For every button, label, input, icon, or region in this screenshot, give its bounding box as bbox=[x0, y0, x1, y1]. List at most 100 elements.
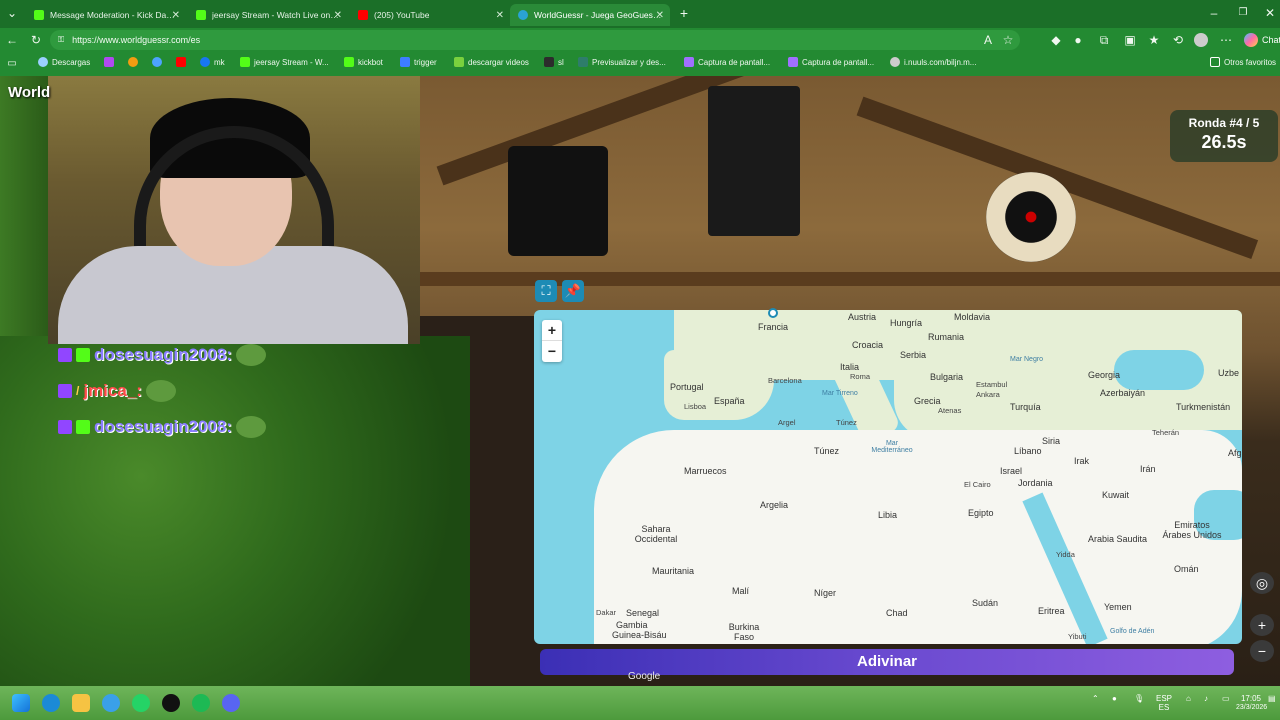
pin-map-icon[interactable]: 📌 bbox=[562, 280, 584, 302]
guess-map[interactable]: Francia Austria Hungría Moldavia Croacia… bbox=[534, 310, 1242, 644]
file-explorer-icon[interactable] bbox=[72, 694, 90, 712]
close-icon[interactable]: ✕ bbox=[172, 10, 180, 21]
zoom-out-button[interactable]: − bbox=[542, 341, 562, 362]
obs-icon[interactable] bbox=[162, 694, 180, 712]
chat-message: dosesuagin2008: bbox=[58, 416, 266, 438]
tab-1[interactable]: jeersay Stream - Watch Live on Ki ✕ bbox=[188, 4, 348, 26]
bookmark-10[interactable]: sl bbox=[544, 57, 564, 67]
bookmark-label: Previsualizar y des... bbox=[592, 57, 666, 67]
new-tab-button[interactable]: + bbox=[676, 5, 692, 21]
sword-badge-icon: / bbox=[76, 384, 80, 398]
bookmark-7[interactable]: kickbot bbox=[344, 57, 383, 67]
bookmark-6[interactable]: jeersay Stream - W... bbox=[240, 57, 329, 67]
tab-0[interactable]: Message Moderation - Kick Dashb ✕ bbox=[26, 4, 186, 26]
copilot-label: Chat bbox=[1262, 35, 1280, 45]
bookmark-2[interactable] bbox=[128, 57, 138, 67]
map-label-georgia: Georgia bbox=[1088, 370, 1121, 380]
copilot-button[interactable]: Chat bbox=[1244, 33, 1280, 47]
bookmark-5[interactable]: mk bbox=[200, 57, 225, 67]
close-window-icon[interactable]: ✕ bbox=[1262, 5, 1278, 21]
network-icon[interactable]: ⌂ bbox=[1186, 694, 1191, 703]
map-label-marruecos: Marruecos bbox=[684, 466, 727, 476]
map-label-turkmenistan: Turkmenistán bbox=[1176, 402, 1231, 412]
bookmark-0[interactable]: Descargas bbox=[38, 57, 90, 67]
twitch-badge-icon bbox=[58, 384, 72, 398]
close-icon[interactable]: ✕ bbox=[496, 10, 504, 21]
globe-icon bbox=[38, 57, 48, 67]
history-icon[interactable]: ⟲ bbox=[1170, 32, 1186, 48]
close-icon[interactable]: ✕ bbox=[334, 10, 342, 21]
zoom-in-button[interactable]: + bbox=[542, 320, 562, 341]
bookmark-3[interactable] bbox=[152, 57, 162, 67]
tab-2[interactable]: (205) YouTube ✕ bbox=[350, 4, 510, 26]
bookmarks-bar: ▭ Descargas mk jeersay Stream - W... kic… bbox=[0, 52, 1280, 76]
bookmark-9[interactable]: descargar videos bbox=[454, 57, 529, 67]
split-screen-icon[interactable]: ▣ bbox=[1122, 32, 1138, 48]
map-label-croacia: Croacia bbox=[852, 340, 884, 350]
bookmark-label: i.nuuls.com/biljn.m... bbox=[904, 57, 977, 67]
tray-app-icon[interactable]: ● bbox=[1112, 694, 1117, 703]
bookmark-12[interactable]: Captura de pantall... bbox=[684, 57, 770, 67]
map-label-mali: Malí bbox=[732, 586, 750, 596]
tab-list-icon[interactable]: ⌄ bbox=[4, 5, 20, 21]
bookmark-13[interactable]: Captura de pantall... bbox=[788, 57, 874, 67]
map-label-austria: Austria bbox=[848, 312, 877, 322]
close-icon[interactable]: ✕ bbox=[656, 10, 664, 21]
other-bookmarks[interactable]: Otros favoritos bbox=[1210, 57, 1276, 67]
app-icon[interactable] bbox=[102, 694, 120, 712]
back-icon[interactable]: ← bbox=[4, 32, 20, 48]
round-info: Ronda #4 / 5 26.5s bbox=[1170, 110, 1278, 162]
discord-icon[interactable] bbox=[222, 694, 240, 712]
tray-mic-icon[interactable]: 🎙 bbox=[1134, 694, 1144, 703]
notification-icon[interactable]: ▤ bbox=[1268, 694, 1276, 703]
extension-icon[interactable]: ● bbox=[1070, 32, 1086, 48]
sv-zoom-out-button[interactable]: − bbox=[1250, 640, 1274, 662]
sidebar-toggle-icon[interactable]: ▭ bbox=[4, 56, 20, 72]
game-viewport[interactable]: World dosesuagin2008: / jmica_: dosesuag… bbox=[0, 76, 1280, 686]
bookmark-1[interactable] bbox=[104, 57, 114, 67]
minimize-icon[interactable]: – bbox=[1206, 5, 1222, 21]
twitch-badge-icon bbox=[58, 420, 72, 434]
map-city-ankara: Ankara bbox=[976, 390, 1000, 399]
volume-icon[interactable]: ♪ bbox=[1204, 694, 1208, 703]
compass-icon[interactable]: ◎ bbox=[1250, 572, 1274, 594]
favorites-icon[interactable]: ★ bbox=[1146, 32, 1162, 48]
twitch-icon bbox=[104, 57, 114, 67]
bookmark-label: trigger bbox=[414, 57, 437, 67]
battery-icon[interactable]: ▭ bbox=[1222, 694, 1230, 703]
map-zoom-controls: + − bbox=[542, 320, 562, 362]
tray-chevron-icon[interactable]: ⌃ bbox=[1092, 694, 1099, 703]
edge-icon[interactable] bbox=[42, 694, 60, 712]
map-city-roma: Roma bbox=[850, 372, 871, 381]
read-aloud-icon[interactable]: A bbox=[980, 32, 996, 48]
bookmark-4[interactable] bbox=[176, 57, 186, 67]
maximize-icon[interactable]: ❐ bbox=[1235, 5, 1251, 21]
map-label-uzbekistan: Uzbe bbox=[1218, 368, 1240, 378]
kick-icon bbox=[240, 57, 250, 67]
bookmark-14[interactable]: i.nuuls.com/biljn.m... bbox=[890, 57, 976, 67]
language-indicator[interactable]: ESP ES bbox=[1156, 694, 1172, 712]
extensions-icon[interactable]: ⧉ bbox=[1096, 32, 1112, 48]
windows-start-icon[interactable] bbox=[12, 694, 30, 712]
favorite-star-icon[interactable]: ☆ bbox=[1000, 32, 1016, 48]
chat-username: dosesuagin2008: bbox=[94, 345, 232, 364]
map-city-estambul: Estambul bbox=[976, 380, 1008, 389]
map-city-el-cairo: El Cairo bbox=[964, 480, 991, 489]
clock[interactable]: 17:05 23/3/2026 bbox=[1236, 694, 1267, 712]
tab-3[interactable]: WorldGuessr - Juega GeoGuessr g ✕ bbox=[510, 4, 670, 26]
whatsapp-icon[interactable] bbox=[132, 694, 150, 712]
spotify-icon[interactable] bbox=[192, 694, 210, 712]
black-sea-gap bbox=[1114, 350, 1204, 390]
reload-icon[interactable]: ↻ bbox=[28, 32, 44, 48]
tab-bar: ⌄ Message Moderation - Kick Dashb ✕ jeer… bbox=[0, 0, 1280, 28]
more-menu-icon[interactable]: ⋯ bbox=[1218, 32, 1234, 48]
profile-avatar[interactable] bbox=[1194, 33, 1208, 47]
globe-icon bbox=[890, 57, 900, 67]
sv-zoom-in-button[interactable]: + bbox=[1250, 614, 1274, 636]
expand-map-icon[interactable]: ⛶ bbox=[535, 280, 557, 302]
bookmark-11[interactable]: Previsualizar y des... bbox=[578, 57, 666, 67]
extension-icon[interactable]: ◆ bbox=[1048, 32, 1064, 48]
map-label-senegal: Senegal bbox=[626, 608, 660, 618]
bookmark-8[interactable]: trigger bbox=[400, 57, 437, 67]
url-input[interactable]: ⚿ https://www.worldguessr.com/es bbox=[50, 30, 1020, 50]
